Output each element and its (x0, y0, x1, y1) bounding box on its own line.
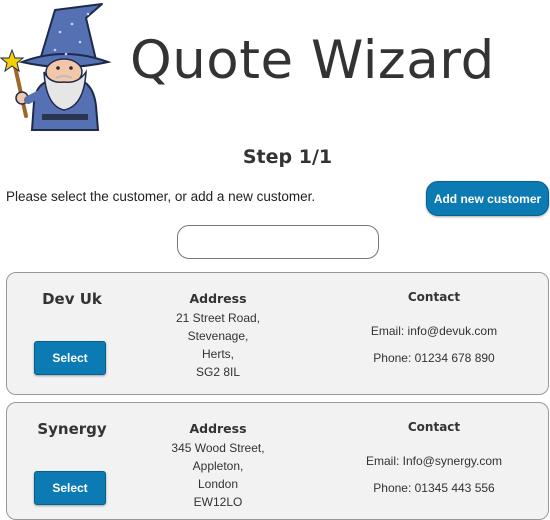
contact-heading: Contact (407, 420, 461, 434)
app-title: Quote Wizard (130, 30, 495, 91)
instruction-text: Please select the customer, or add a new… (6, 189, 316, 204)
customer-name: Synergy (37, 420, 107, 438)
customer-search-input[interactable] (177, 225, 379, 259)
wizard-mascot-icon (0, 2, 125, 137)
select-customer-button[interactable]: Select (34, 341, 106, 375)
address-line: Herts, (201, 347, 234, 361)
contact-phone: Phone: 01234 678 890 (373, 351, 495, 365)
customer-card: Synergy Select Address 345 Wood Street, … (6, 402, 549, 520)
customer-name: Dev Uk (42, 290, 102, 308)
address-line: London (197, 477, 239, 491)
address-line: 345 Wood Street, (171, 441, 265, 455)
contact-email: Email: Info@synergy.com (365, 454, 502, 468)
add-new-customer-button[interactable]: Add new customer (426, 181, 549, 216)
address-line: 21 Street Road, (175, 311, 261, 325)
address-block: Address 21 Street Road, Stevenage, Herts… (143, 291, 293, 381)
step-indicator: Step 1/1 (242, 146, 333, 168)
address-heading: Address (189, 291, 247, 306)
address-line: SG2 8IL (195, 365, 241, 379)
address-line: Appleton, (192, 459, 244, 473)
address-block: Address 345 Wood Street, Appleton, Londo… (143, 421, 293, 511)
select-customer-button[interactable]: Select (34, 471, 106, 505)
contact-block: Contact Email: info@devuk.com Phone: 012… (337, 290, 531, 365)
contact-heading: Contact (407, 290, 461, 304)
address-heading: Address (189, 421, 247, 436)
contact-block: Contact Email: Info@synergy.com Phone: 0… (337, 420, 531, 495)
customer-card: Dev Uk Select Address 21 Street Road, St… (6, 272, 549, 395)
address-line: EW12LO (193, 495, 243, 509)
address-line: Stevenage, (187, 329, 249, 343)
contact-phone: Phone: 01345 443 556 (373, 481, 495, 495)
contact-email: Email: info@devuk.com (370, 324, 498, 338)
